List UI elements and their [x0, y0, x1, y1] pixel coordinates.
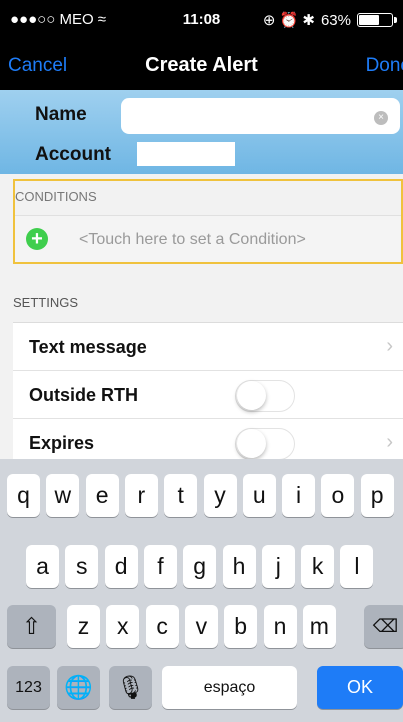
toggle-knob [237, 381, 266, 410]
key-u[interactable]: u [242, 474, 276, 517]
status-bar: ●●●○○ MEO ≈ 11:08 ⊕ ⏰ ✱ 63% [0, 0, 403, 40]
ok-key[interactable]: OK [317, 666, 403, 709]
outside-rth-label: Outside RTH [29, 385, 139, 405]
key-q[interactable]: q [7, 474, 40, 517]
key-t[interactable]: t [164, 474, 198, 517]
account-field[interactable] [137, 142, 235, 166]
alert-header: Name × Account [0, 90, 403, 174]
settings-title: SETTINGS [13, 295, 79, 310]
key-k[interactable]: k [301, 545, 335, 588]
microphone-icon[interactable]: 🎙 [109, 666, 152, 709]
status-icons: ⊕ ⏰ ✱ 63% [262, 11, 397, 29]
keyboard: qwertyuiop asdfghjkl zxcvbnm ⇧ ⌫ 123 🌐 🎙… [0, 459, 403, 722]
expires-label: Expires [29, 433, 95, 453]
key-a[interactable]: a [26, 545, 59, 588]
key-w[interactable]: w [46, 474, 80, 517]
battery-percent: 63% [320, 11, 351, 29]
settings-list: Text message › Outside RTH Expires › [13, 322, 403, 467]
text-message-label: Text message [29, 337, 147, 357]
conditions-title: CONDITIONS [15, 189, 97, 204]
clear-icon[interactable]: × [374, 111, 388, 125]
chevron-right-icon: › [386, 335, 393, 357]
key-m[interactable]: m [302, 605, 336, 648]
key-c[interactable]: c [145, 605, 179, 648]
nav-bar: Cancel Create Alert Done [0, 40, 403, 90]
key-b[interactable]: b [224, 605, 258, 648]
key-i[interactable]: i [282, 474, 316, 517]
key-r[interactable]: r [124, 474, 158, 517]
key-n[interactable]: n [263, 605, 297, 648]
outside-rth-row: Outside RTH [13, 371, 403, 419]
key-p[interactable]: p [360, 474, 394, 517]
key-h[interactable]: h [222, 545, 256, 588]
done-button[interactable]: Done [366, 55, 403, 77]
text-message-row[interactable]: Text message › [13, 323, 403, 371]
key-z[interactable]: z [67, 605, 100, 648]
key-y[interactable]: y [203, 474, 237, 517]
battery-icon [357, 13, 397, 27]
outside-rth-toggle[interactable] [235, 380, 295, 412]
add-condition-row[interactable]: + <Touch here to set a Condition> [15, 215, 401, 262]
page-title: Create Alert [145, 54, 258, 76]
expires-toggle[interactable] [235, 428, 295, 460]
key-l[interactable]: l [340, 545, 374, 588]
key-v[interactable]: v [184, 605, 218, 648]
shift-key[interactable]: ⇧ [7, 605, 56, 648]
key-o[interactable]: o [321, 474, 355, 517]
key-s[interactable]: s [65, 545, 99, 588]
numbers-key[interactable]: 123 [7, 666, 50, 709]
name-label: Name [35, 104, 87, 125]
space-key[interactable]: espaço [162, 666, 297, 709]
backspace-key[interactable]: ⌫ [364, 605, 403, 648]
toggle-knob [237, 429, 266, 458]
name-field[interactable] [121, 98, 400, 134]
add-icon[interactable]: + [26, 228, 48, 250]
account-label: Account [35, 144, 111, 165]
key-f[interactable]: f [143, 545, 177, 588]
key-d[interactable]: d [104, 545, 138, 588]
alert-form: CONDITIONS + <Touch here to set a Condit… [0, 174, 403, 467]
key-e[interactable]: e [85, 474, 119, 517]
condition-placeholder[interactable]: <Touch here to set a Condition> [79, 231, 306, 249]
conditions-section: CONDITIONS + <Touch here to set a Condit… [13, 179, 403, 264]
globe-icon[interactable]: 🌐 [57, 666, 100, 709]
key-g[interactable]: g [183, 545, 217, 588]
status-icons-group: ⊕ ⏰ ✱ [262, 12, 315, 29]
key-x[interactable]: x [106, 605, 140, 648]
chevron-right-icon: › [386, 431, 393, 453]
key-j[interactable]: j [261, 545, 295, 588]
